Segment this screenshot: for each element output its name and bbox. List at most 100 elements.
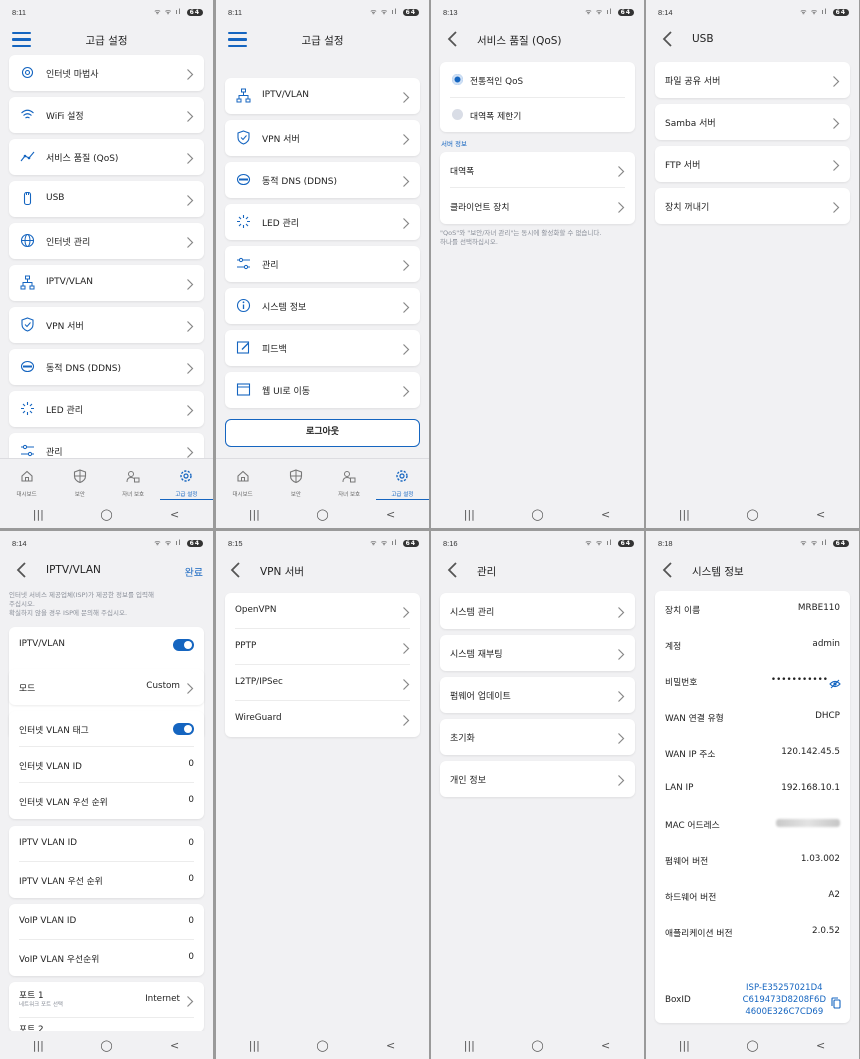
radio-unselected[interactable] (452, 109, 463, 120)
menu-item[interactable]: 관리 (225, 246, 420, 282)
menu-item[interactable]: WiFi 설정 (9, 97, 204, 133)
voip-vlan-id-row[interactable]: VoIP VLAN ID 0 (9, 904, 204, 940)
recent-apps-icon[interactable]: ||| (679, 1039, 690, 1052)
home-button-icon[interactable]: ◯ (531, 508, 543, 521)
menu-item[interactable]: IPTV/VLAN (9, 265, 204, 301)
home-button-icon[interactable]: ◯ (531, 1039, 543, 1052)
menu-item[interactable]: VPN 서버 (225, 120, 420, 156)
menu-item[interactable]: 동적 DNS (DDNS) (225, 162, 420, 198)
iptv-vlan-id-row[interactable]: IPTV VLAN ID 0 (9, 826, 204, 862)
menu-item[interactable]: 피드백 (225, 330, 420, 366)
menu-item[interactable]: 초기화 (440, 719, 635, 755)
menu-item[interactable]: 파일 공유 서버 (655, 62, 850, 98)
recent-apps-icon[interactable]: ||| (249, 1039, 260, 1052)
status-icons: ᯤ ᯤ ıl 64 (370, 539, 419, 548)
menu-item[interactable]: 서비스 품질 (QoS) (9, 139, 204, 175)
recent-apps-icon[interactable]: ||| (249, 508, 260, 521)
recent-apps-icon[interactable]: ||| (464, 508, 475, 521)
mode-row[interactable]: 모드 Custom (9, 669, 204, 705)
menu-item[interactable]: 펌웨어 업데이트 (440, 677, 635, 713)
qos-option-bandwidth-limiter[interactable]: 대역폭 제한기 (440, 97, 635, 133)
iptv-vlan-priority-row[interactable]: IPTV VLAN 우선 순위 0 (9, 862, 204, 898)
menu-item[interactable]: 개인 정보 (440, 761, 635, 797)
menu-item[interactable]: LED 관리 (225, 204, 420, 240)
eye-hidden-icon[interactable] (829, 674, 841, 693)
internet-vlan-priority-row[interactable]: 인터넷 VLAN 우선 순위 0 (9, 783, 204, 819)
back-arrow-icon[interactable] (14, 561, 30, 579)
back-button-icon[interactable]: < (816, 1039, 825, 1052)
list-item[interactable]: L2TP/IPSec (225, 665, 420, 701)
recent-apps-icon[interactable]: ||| (33, 1039, 44, 1052)
menu-item[interactable]: LED 관리 (9, 391, 204, 427)
tab-parental[interactable]: 자녀 보호 (323, 459, 376, 501)
tab-dashboard[interactable]: 대시보드 (0, 459, 53, 501)
iptv-vlan-toggle[interactable] (173, 639, 194, 651)
done-button[interactable]: 완료 (185, 564, 203, 579)
chevron-right-icon (186, 192, 194, 206)
list-item[interactable]: PPTP (225, 629, 420, 665)
menu-item[interactable]: VPN 서버 (9, 307, 204, 343)
recent-apps-icon[interactable]: ||| (464, 1039, 475, 1052)
back-button-icon[interactable]: < (601, 508, 610, 521)
back-button-icon[interactable]: < (170, 1039, 179, 1052)
menu-item[interactable]: 웹 UI로 이동 (225, 372, 420, 408)
internet-vlan-id-row[interactable]: 인터넷 VLAN ID 0 (9, 747, 204, 783)
menu-item[interactable]: 동적 DNS (DDNS) (9, 349, 204, 385)
tab-advanced[interactable]: 고급 설정 (159, 459, 213, 501)
back-arrow-icon[interactable] (228, 561, 244, 579)
back-button-icon[interactable]: < (816, 508, 825, 521)
radio-selected[interactable] (452, 74, 463, 85)
menu-item[interactable]: Samba 서버 (655, 104, 850, 140)
qos-option-traditional[interactable]: 전통적인 QoS (440, 62, 635, 98)
recent-apps-icon[interactable]: ||| (33, 508, 44, 521)
menu-item[interactable]: USB (9, 181, 204, 217)
back-arrow-icon[interactable] (660, 561, 676, 579)
tab-security[interactable]: 보안 (269, 459, 322, 501)
home-button-icon[interactable]: ◯ (746, 508, 758, 521)
back-button-icon[interactable]: < (170, 508, 179, 521)
tab-parental[interactable]: 자녀 보호 (107, 459, 160, 501)
led-burst-icon (20, 401, 35, 416)
home-button-icon[interactable]: ◯ (100, 1039, 112, 1052)
internet-vlan-tag-toggle[interactable] (173, 723, 194, 735)
chevron-right-icon (402, 299, 410, 313)
page-title: USB (692, 33, 714, 45)
list-item[interactable]: 클라이언트 장치 (440, 188, 635, 224)
back-arrow-icon[interactable] (660, 30, 676, 48)
home-button-icon[interactable]: ◯ (316, 1039, 328, 1052)
recent-apps-icon[interactable]: ||| (679, 508, 690, 521)
dns-icon (20, 359, 35, 374)
menu-item[interactable]: 시스템 정보 (225, 288, 420, 324)
home-button-icon[interactable]: ◯ (100, 508, 112, 521)
list-item[interactable]: WireGuard (225, 701, 420, 737)
copy-icon[interactable] (831, 994, 841, 1013)
info-row: 비밀번호 ••••••••••• (655, 663, 850, 699)
back-button-icon[interactable]: < (386, 508, 395, 521)
list-item[interactable]: OpenVPN (225, 593, 420, 629)
menu-item[interactable]: 인터넷 관리 (9, 223, 204, 259)
menu-item[interactable]: FTP 서버 (655, 146, 850, 182)
back-button-icon[interactable]: < (601, 1039, 610, 1052)
back-button-icon[interactable]: < (386, 1039, 395, 1052)
status-bar: 8:14 ᯤ ᯤ ıl 64 (0, 531, 213, 559)
list-item[interactable]: 대역폭 (440, 152, 635, 188)
menu-item[interactable]: 장치 꺼내기 (655, 188, 850, 224)
voip-vlan-priority-row[interactable]: VoIP VLAN 우선순위 0 (9, 940, 204, 976)
logout-button[interactable]: 로그아웃 (225, 419, 420, 447)
back-arrow-icon[interactable] (445, 561, 461, 579)
home-button-icon[interactable]: ◯ (316, 508, 328, 521)
port-1-row[interactable]: 포트 1 네트워크 포트 선택 Internet (9, 982, 204, 1018)
tab-security[interactable]: 보안 (53, 459, 106, 501)
chevron-right-icon (832, 115, 840, 129)
chevron-right-icon (832, 73, 840, 87)
shield-check-icon (236, 130, 251, 145)
menu-item[interactable]: 인터넷 마법사 (9, 55, 204, 91)
tab-dashboard[interactable]: 대시보드 (216, 459, 269, 501)
menu-item[interactable]: 시스템 재부팅 (440, 635, 635, 671)
menu-item[interactable]: 시스템 관리 (440, 593, 635, 629)
home-button-icon[interactable]: ◯ (746, 1039, 758, 1052)
home-icon (237, 470, 249, 482)
back-arrow-icon[interactable] (445, 30, 461, 48)
tab-advanced[interactable]: 고급 설정 (375, 459, 429, 501)
menu-item[interactable]: IPTV/VLAN (225, 78, 420, 114)
